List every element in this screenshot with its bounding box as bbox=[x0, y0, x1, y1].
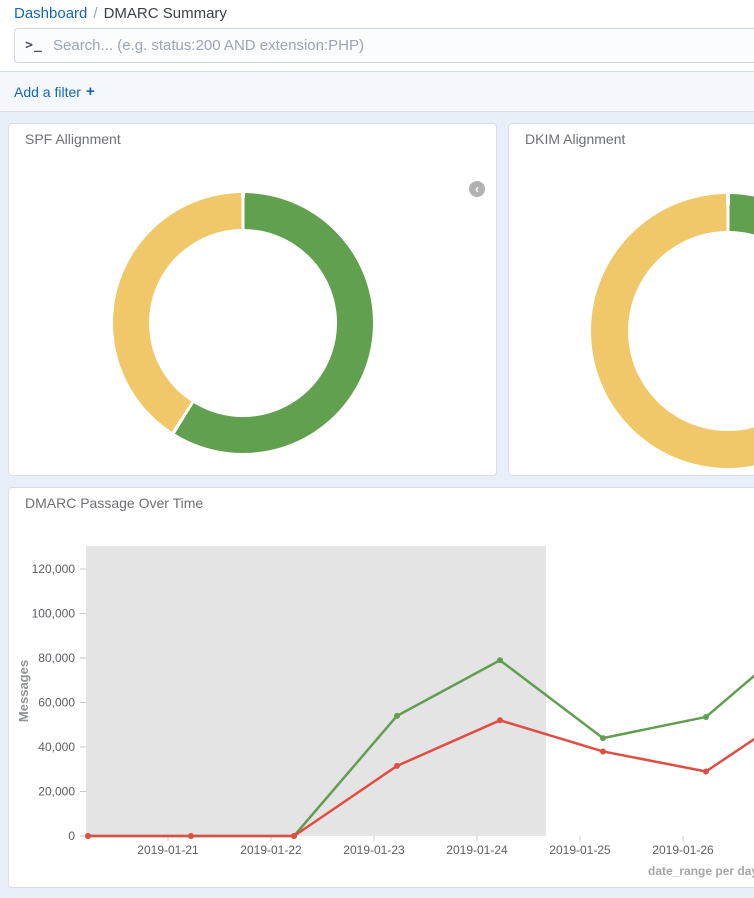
plus-icon[interactable]: + bbox=[86, 83, 95, 100]
x-axis-tick-label: 2019-01-21 bbox=[137, 843, 199, 857]
x-axis-tick-label: 2019-01-23 bbox=[343, 843, 405, 857]
x-axis-tick-label: 2019-01-22 bbox=[240, 843, 302, 857]
plot-shaded-region bbox=[86, 546, 546, 836]
terminal-prompt-icon: >_ bbox=[15, 38, 53, 53]
donut-hole bbox=[149, 229, 337, 417]
breadcrumb-separator: / bbox=[87, 5, 103, 22]
y-axis-label: Messages bbox=[16, 660, 31, 722]
data-point-green[interactable] bbox=[703, 714, 709, 720]
panel-dmarc-passage-over-time: DMARC Passage Over Time 020,00040,00060,… bbox=[8, 487, 754, 888]
breadcrumb: Dashboard/DMARC Summary bbox=[14, 4, 227, 24]
search-bar: >_ bbox=[14, 28, 754, 63]
x-axis-tick-label: 2019-01-26 bbox=[652, 843, 714, 857]
data-point-red[interactable] bbox=[497, 717, 503, 723]
data-point-red[interactable] bbox=[188, 833, 194, 839]
top-bar: Dashboard/DMARC Summary bbox=[0, 0, 754, 28]
dkim-donut-chart[interactable] bbox=[591, 194, 754, 468]
data-point-green[interactable] bbox=[394, 713, 400, 719]
dmarc-line-chart: 0 20,000 40,000 60,000 80,000 100,000 120,000 2… bbox=[9, 488, 754, 887]
data-point-red[interactable] bbox=[85, 833, 91, 839]
y-axis-tick-label: 80,000 bbox=[38, 651, 75, 665]
chevron-left-icon: ‹ bbox=[475, 183, 479, 195]
y-axis-tick-label: 20,000 bbox=[38, 785, 75, 799]
x-axis-tick-label: 2019-01-24 bbox=[446, 843, 508, 857]
donut-hole bbox=[628, 231, 754, 431]
data-point-red[interactable] bbox=[291, 833, 297, 839]
panel-dkim-alignment: DKIM Alignment bbox=[508, 123, 754, 476]
x-axis-tick-label: 2019-01-25 bbox=[549, 843, 611, 857]
data-point-red[interactable] bbox=[703, 768, 709, 774]
panel-control-button[interactable]: ‹ bbox=[469, 181, 485, 197]
add-filter-link[interactable]: Add a filter bbox=[14, 84, 81, 100]
kibana-dashboard-page: Dashboard/DMARC Summary >_ Add a filter … bbox=[0, 0, 754, 898]
y-axis-tick-label: 100,000 bbox=[32, 607, 76, 621]
search-input[interactable] bbox=[53, 29, 754, 62]
data-point-green[interactable] bbox=[497, 657, 503, 663]
data-point-red[interactable] bbox=[600, 748, 606, 754]
panel-title: DKIM Alignment bbox=[525, 131, 625, 147]
spf-donut-chart[interactable] bbox=[113, 193, 373, 453]
data-point-red[interactable] bbox=[394, 763, 400, 769]
y-axis-tick-label: 60,000 bbox=[38, 696, 75, 710]
data-point-green[interactable] bbox=[600, 735, 606, 741]
x-axis-label: date_range per day bbox=[648, 864, 754, 878]
breadcrumb-dashboard-link[interactable]: Dashboard bbox=[14, 5, 87, 22]
breadcrumb-current-page: DMARC Summary bbox=[104, 5, 227, 22]
panel-title: SPF Allignment bbox=[25, 131, 121, 147]
panel-spf-alignment: SPF Allignment ‹ bbox=[8, 123, 497, 476]
y-axis-tick-label: 40,000 bbox=[38, 740, 75, 754]
dashboard-grid: SPF Allignment ‹ DKIM Alignment DMARC Pa… bbox=[0, 112, 754, 898]
filter-bar: Add a filter + bbox=[0, 71, 754, 112]
y-axis-tick-label: 120,000 bbox=[32, 562, 76, 576]
y-axis-tick-label: 0 bbox=[68, 829, 75, 843]
